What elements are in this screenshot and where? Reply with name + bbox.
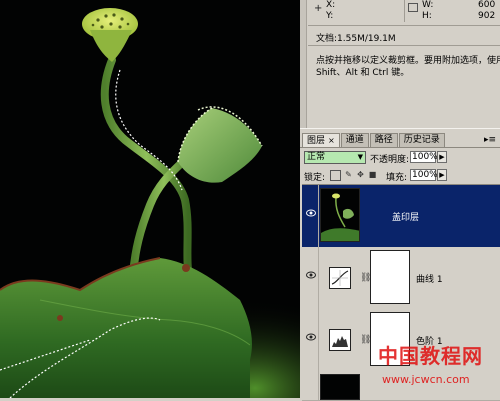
layer-name[interactable]: 曲线 1 xyxy=(416,272,443,285)
tab-paths[interactable]: 路径 xyxy=(369,133,398,147)
w-label: W: xyxy=(422,0,434,10)
info-divider xyxy=(404,0,405,22)
y-label: Y: xyxy=(326,11,334,21)
info-separator-2 xyxy=(308,45,500,46)
h-value: 902 xyxy=(478,11,496,21)
hint-line-2: Shift、Alt 和 Ctrl 键。 xyxy=(316,68,410,78)
lock-label: 锁定: xyxy=(304,173,326,183)
tab-label: 历史记录 xyxy=(403,135,440,145)
info-panel: + X: Y: W: 600 H: 902 文档:1.55M/19.1M 点按并… xyxy=(308,0,500,106)
tab-layers[interactable]: 图层 × xyxy=(302,133,340,148)
crosshair-icon: + xyxy=(314,3,323,14)
chevron-down-icon: ▼ xyxy=(357,153,363,161)
blend-mode-select[interactable]: 正常 ▼ xyxy=(304,151,366,164)
h-label: H: xyxy=(422,11,432,21)
layer-row-curves[interactable]: ⛓ 曲线 1 xyxy=(302,247,500,310)
opacity-slider-button[interactable]: ▶ xyxy=(437,151,447,163)
tab-underline xyxy=(300,147,500,148)
fill-label: 填充: xyxy=(386,173,408,183)
doc-size: 文档:1.55M/19.1M xyxy=(316,34,396,44)
lock-position-icon[interactable]: ✥ xyxy=(356,170,365,179)
tab-label: 图层 xyxy=(307,136,326,146)
eye-icon[interactable] xyxy=(306,209,316,217)
layer-thumbnail xyxy=(320,374,360,400)
site-watermark: 中国教程网 www.jcwcn.com xyxy=(368,340,500,398)
x-label: X: xyxy=(326,0,336,10)
layer-row-stamp[interactable]: 盖印层 xyxy=(302,185,500,248)
selection-rect-icon xyxy=(408,3,418,12)
visibility-column xyxy=(302,371,319,400)
lock-pixels-icon[interactable]: ✎ xyxy=(344,170,353,179)
watermark-title: 中国教程网 xyxy=(378,344,483,368)
fill-slider-button[interactable]: ▶ xyxy=(437,169,447,181)
opacity-label: 不透明度: xyxy=(370,155,410,165)
tab-close-icon[interactable]: × xyxy=(328,136,335,145)
lock-all-icon[interactable]: ■ xyxy=(368,170,377,179)
layer-mask-thumbnail xyxy=(370,250,410,304)
levels-adjustment-icon xyxy=(329,329,351,351)
panel-tabs: 图层 × 通道 路径 历史记录 xyxy=(302,133,446,148)
opacity-input[interactable]: 100% xyxy=(410,151,438,163)
layer-name[interactable]: 盖印层 xyxy=(392,210,419,223)
tab-label: 通道 xyxy=(345,135,364,145)
info-separator xyxy=(308,25,500,26)
eye-icon[interactable] xyxy=(306,271,316,279)
curves-adjustment-icon xyxy=(329,267,351,289)
layer-thumbnail xyxy=(320,188,360,242)
fill-input[interactable]: 100% xyxy=(410,169,438,181)
panel-menu-icon[interactable]: ▸≡ xyxy=(484,135,496,145)
tab-history[interactable]: 历史记录 xyxy=(398,133,445,147)
lotus-photo xyxy=(0,0,300,398)
lock-transparency-icon[interactable] xyxy=(330,170,341,181)
blend-mode-value: 正常 xyxy=(307,152,326,162)
w-value: 600 xyxy=(478,0,496,10)
watermark-url: www.jcwcn.com xyxy=(382,373,470,386)
document-canvas[interactable] xyxy=(0,0,300,398)
eye-icon[interactable] xyxy=(306,333,316,341)
tab-channels[interactable]: 通道 xyxy=(340,133,369,147)
tab-label: 路径 xyxy=(374,135,393,145)
